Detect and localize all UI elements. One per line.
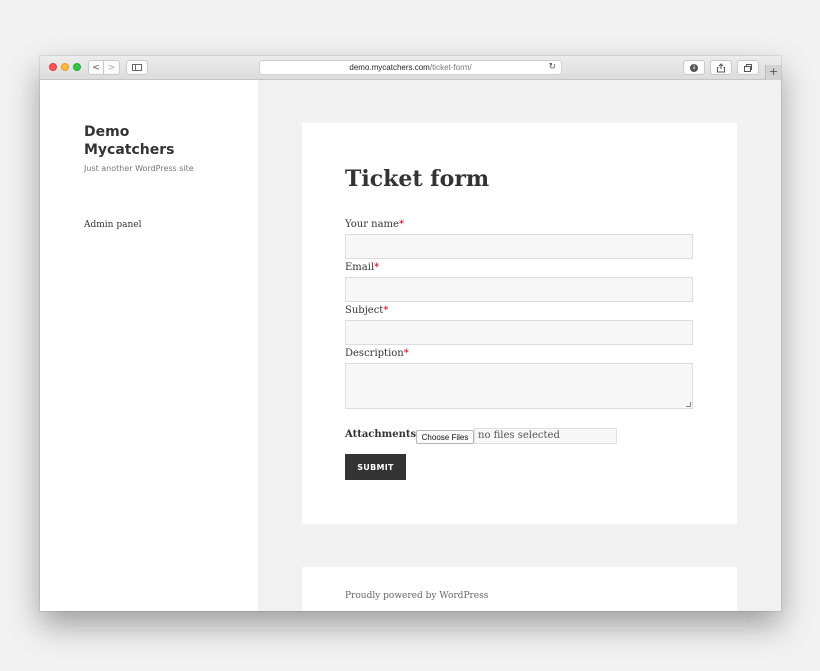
email-label-text: Email <box>345 262 375 273</box>
file-status-text: no files selected <box>474 428 617 444</box>
subject-label: Subject* <box>345 305 388 316</box>
required-marker: * <box>383 305 389 316</box>
tabs-icon <box>744 63 752 72</box>
description-textarea[interactable] <box>345 363 693 409</box>
back-icon: < <box>92 62 100 73</box>
sidebar-toggle-button[interactable] <box>126 60 148 75</box>
powered-by-link[interactable]: Proudly powered by WordPress <box>345 591 488 601</box>
name-label-text: Your name <box>345 219 399 230</box>
ticket-form-card: Ticket form Your name* Email* Subject* D… <box>302 123 737 524</box>
description-label-text: Description <box>345 348 404 359</box>
reload-icon[interactable]: ↻ <box>548 62 556 72</box>
browser-toolbar: < > demo.mycatchers.com/ticket-form/ ↻ ↓ <box>40 56 781 80</box>
email-field[interactable] <box>345 277 693 302</box>
site-title[interactable]: Demo Mycatchers <box>84 123 214 159</box>
download-icon: ↓ <box>690 63 698 72</box>
back-button[interactable]: < <box>88 60 104 75</box>
close-window-button[interactable] <box>49 63 57 71</box>
minimize-window-button[interactable] <box>61 63 69 71</box>
browser-window: < > demo.mycatchers.com/ticket-form/ ↻ ↓ <box>40 56 781 611</box>
page-content: Demo Mycatchers Just another WordPress s… <box>40 80 781 611</box>
plus-icon: + <box>768 65 779 78</box>
zoom-window-button[interactable] <box>73 63 81 71</box>
name-label: Your name* <box>345 219 404 230</box>
required-marker: * <box>403 348 409 359</box>
forward-icon: > <box>107 62 116 73</box>
site-sidebar: Demo Mycatchers Just another WordPress s… <box>40 80 258 611</box>
submit-button[interactable]: SUBMIT <box>345 454 406 480</box>
url-domain: demo.mycatchers.com <box>349 63 430 72</box>
name-field[interactable] <box>345 234 693 259</box>
sidebar-icon <box>132 64 142 71</box>
subject-label-text: Subject <box>345 305 384 316</box>
address-bar[interactable]: demo.mycatchers.com/ticket-form/ ↻ <box>259 60 562 75</box>
new-tab-button[interactable]: + <box>765 65 781 80</box>
choose-files-button[interactable]: Choose Files <box>416 430 474 444</box>
site-footer: Proudly powered by WordPress <box>302 567 737 611</box>
share-button[interactable] <box>710 60 732 75</box>
url-path: /ticket-form/ <box>429 63 472 72</box>
share-icon <box>717 62 725 72</box>
admin-panel-link[interactable]: Admin panel <box>84 220 141 230</box>
required-marker: * <box>398 219 404 230</box>
description-label: Description* <box>345 348 409 359</box>
required-marker: * <box>374 262 380 273</box>
attachments-label: Attachments <box>345 429 417 440</box>
page-title: Ticket form <box>345 166 490 192</box>
show-tabs-button[interactable] <box>737 60 759 75</box>
downloads-button[interactable]: ↓ <box>683 60 705 75</box>
subject-field[interactable] <box>345 320 693 345</box>
forward-button[interactable]: > <box>104 60 120 75</box>
resize-handle-icon[interactable] <box>686 402 691 407</box>
email-label: Email* <box>345 262 379 273</box>
site-description: Just another WordPress site <box>84 164 194 173</box>
